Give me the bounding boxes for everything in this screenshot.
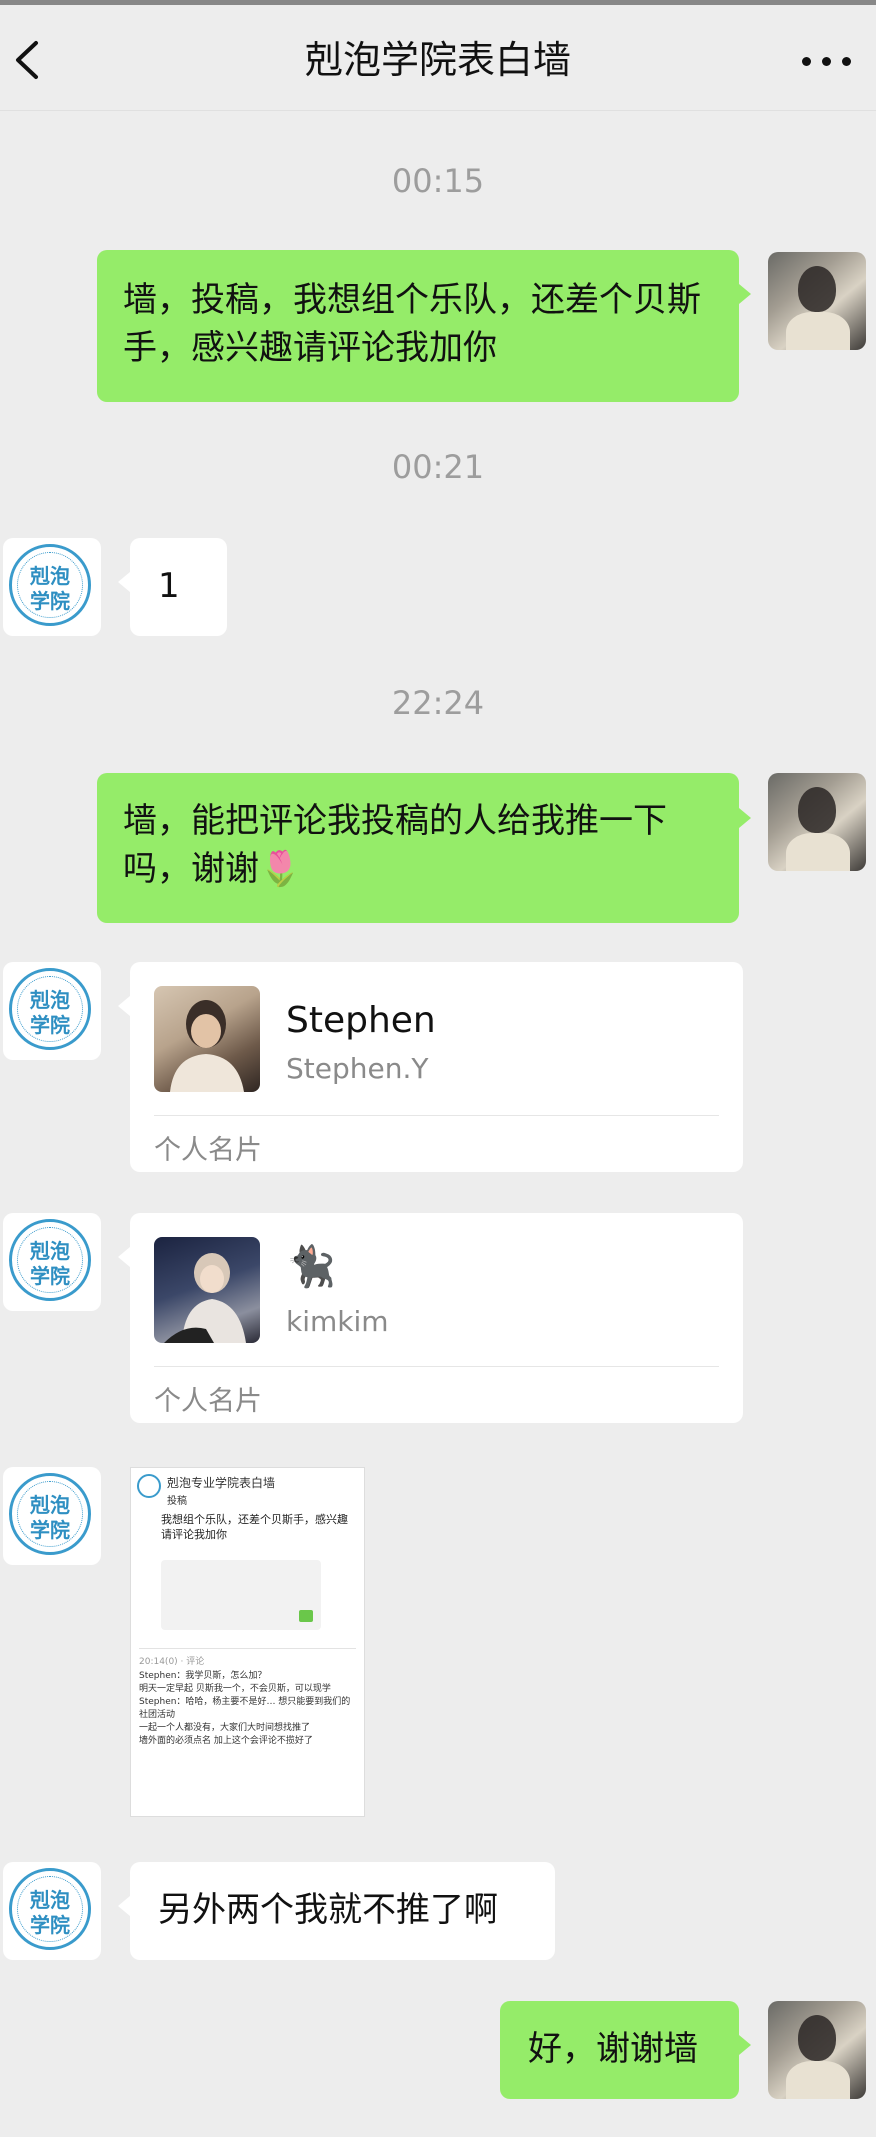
image-divider — [139, 1648, 356, 1649]
bubble-tail — [739, 2035, 751, 2055]
college-seal-logo: 剋泡 学院 — [9, 1219, 91, 1301]
bubble-tail — [739, 284, 751, 304]
image-post-label: 投稿 — [167, 1496, 187, 1507]
timestamp: 00:21 — [391, 448, 485, 486]
avatar-wall[interactable]: 剋泡 学院 — [3, 962, 101, 1060]
contact-card[interactable]: Stephen Stephen.Y 个人名片 — [130, 962, 743, 1172]
timestamp: 00:15 — [391, 162, 485, 200]
avatar-wall[interactable]: 剋泡 学院 — [3, 1467, 101, 1565]
person-photo-icon — [170, 1000, 244, 1092]
timestamp: 22:24 — [391, 684, 485, 722]
bubble-tail — [118, 1896, 130, 1916]
message-bubble-sent[interactable]: 好，谢谢墙 — [500, 2001, 739, 2099]
card-type-label: 个人名片 — [154, 1135, 262, 1166]
image-post-comments: Stephen：我学贝斯，怎么加？ 明天一定早起 贝斯我一个，不会贝斯，可以现学… — [139, 1671, 351, 1746]
more-options-button[interactable] — [798, 43, 858, 79]
bubble-tail — [739, 808, 751, 828]
avatar-wall[interactable]: 剋泡 学院 — [3, 538, 101, 636]
contact-name: 🐈‍⬛ — [286, 1244, 336, 1290]
message-bubble-sent[interactable]: 墙，能把评论我投稿的人给我推一下吗，谢谢🌷 — [97, 773, 739, 923]
avatar-wall[interactable]: 剋泡 学院 — [3, 1213, 101, 1311]
college-seal-logo: 剋泡 学院 — [9, 1473, 91, 1555]
contact-card[interactable]: 🐈‍⬛ kimkim 个人名片 — [130, 1213, 743, 1423]
message-bubble-sent[interactable]: 墙，投稿，我想组个乐队，还差个贝斯手，感兴趣请评论我加你 — [97, 250, 739, 402]
image-post-meta: 20:14(0) · 评论 — [139, 1657, 205, 1667]
person-photo-icon — [164, 1253, 246, 1343]
contact-photo — [154, 986, 260, 1092]
image-inner-chat — [161, 1560, 321, 1630]
college-seal-logo: 剋泡 学院 — [9, 1868, 91, 1950]
avatar-self[interactable] — [768, 2001, 866, 2099]
image-post-body: 我想组个乐队，还差个贝斯手，感兴趣请评论我加你 — [161, 1513, 348, 1541]
contact-photo — [154, 1237, 260, 1343]
bubble-tail — [118, 996, 130, 1016]
chat-title: 剋泡学院表白墙 — [304, 38, 571, 82]
card-type-label: 个人名片 — [154, 1386, 262, 1417]
message-bubble-received[interactable]: 1 — [130, 538, 227, 636]
card-divider — [154, 1115, 719, 1116]
bubble-tail — [118, 572, 130, 592]
more-dot-icon — [802, 57, 811, 66]
more-dot-icon — [822, 57, 831, 66]
more-dot-icon — [842, 57, 851, 66]
mini-seal-icon — [137, 1474, 161, 1498]
message-bubble-received[interactable]: 另外两个我就不推了啊 — [130, 1862, 555, 1960]
contact-name: Stephen — [286, 1000, 436, 1041]
chat-navbar: 剋泡学院表白墙 — [0, 5, 876, 111]
avatar-wall[interactable]: 剋泡 学院 — [3, 1862, 101, 1960]
college-seal-logo: 剋泡 学院 — [9, 968, 91, 1050]
avatar-self[interactable] — [768, 252, 866, 350]
avatar-self[interactable] — [768, 773, 866, 871]
bubble-tail — [118, 1247, 130, 1267]
contact-id: Stephen.Y — [286, 1052, 429, 1085]
card-divider — [154, 1366, 719, 1367]
contact-id: kimkim — [286, 1305, 389, 1338]
college-seal-logo: 剋泡 学院 — [9, 544, 91, 626]
image-message[interactable]: 剋泡专业学院表白墙 投稿 我想组个乐队，还差个贝斯手，感兴趣请评论我加你 20:… — [130, 1467, 365, 1817]
image-post-title: 剋泡专业学院表白墙 — [167, 1476, 276, 1490]
